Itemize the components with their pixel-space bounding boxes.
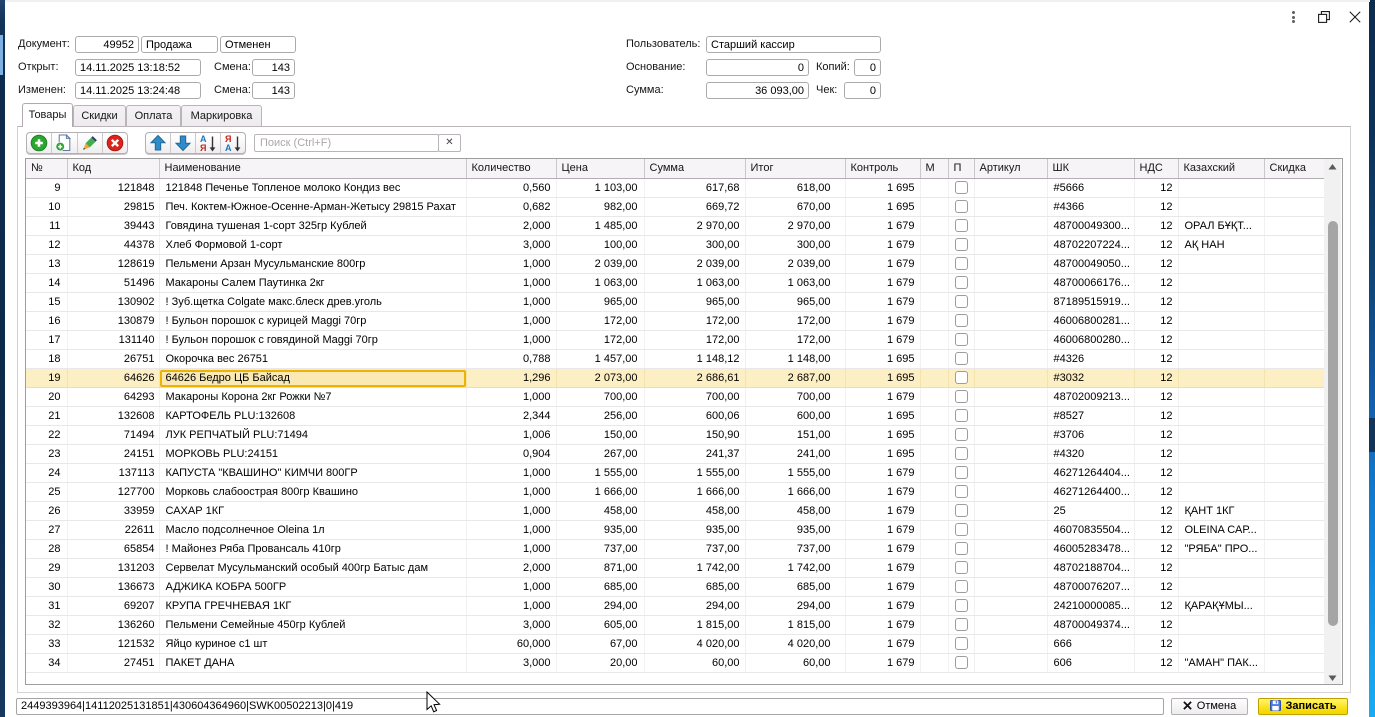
svg-text:Я: Я [200,143,206,153]
svg-text:А: А [225,143,232,153]
